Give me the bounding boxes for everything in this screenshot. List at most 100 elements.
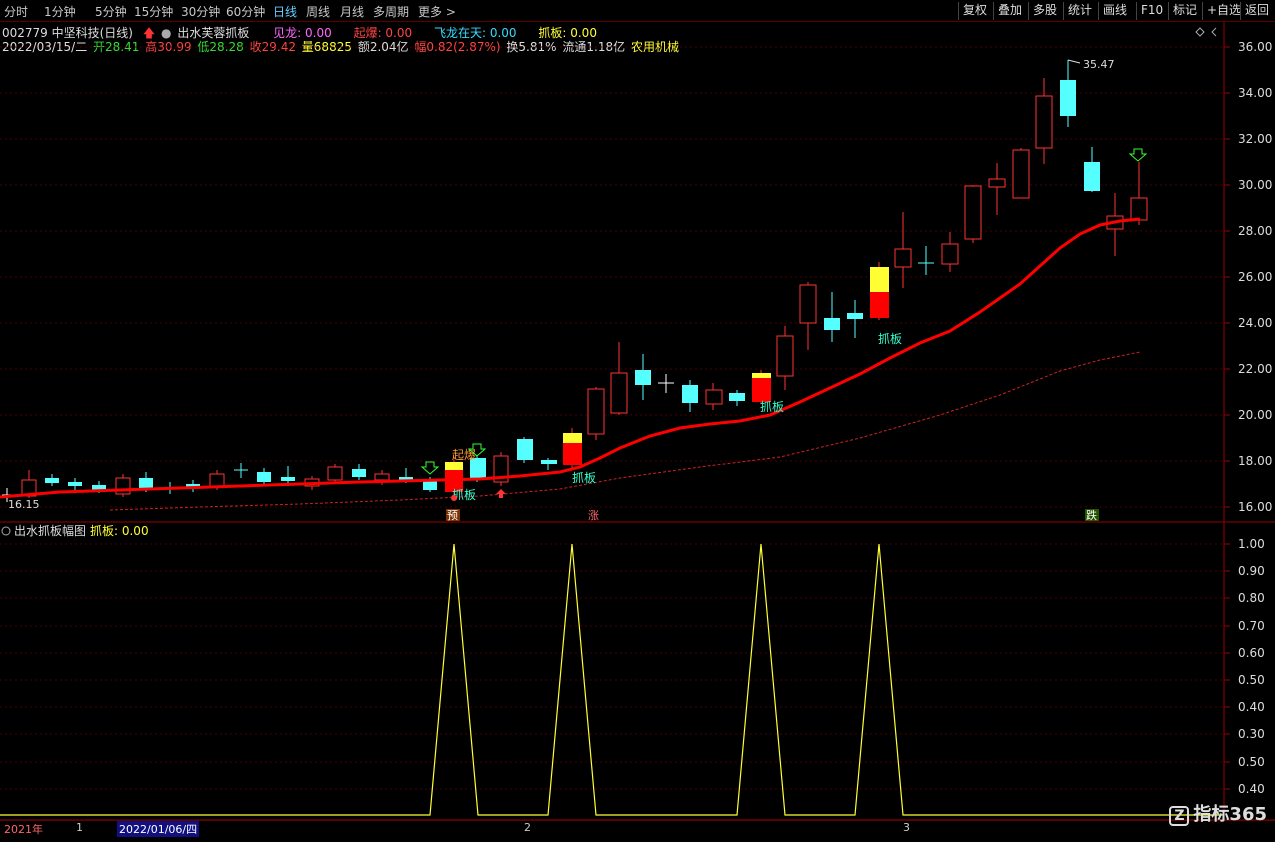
dot-icon: [451, 495, 457, 501]
candle: [68, 478, 82, 490]
candle: [658, 374, 674, 393]
time-axis-month-3: 3: [903, 821, 910, 834]
sub-y-axis: 1.00 0.90 0.80 0.70 0.60 0.50 0.40 0.30 …: [1224, 537, 1265, 796]
logo-icon: Z: [1169, 806, 1190, 826]
candle: [517, 437, 533, 463]
candle: [541, 458, 557, 470]
chevron-left-icon[interactable]: [1211, 27, 1217, 37]
mark-button[interactable]: 标记: [1168, 2, 1201, 20]
sub-y-tick: 0.50: [1238, 755, 1265, 769]
adjust-button[interactable]: 复权: [958, 2, 991, 20]
sub-y-tick: 0.80: [1238, 591, 1265, 605]
candle: [1012, 148, 1030, 199]
candle: [1060, 60, 1076, 127]
sub-chart-title: 出水抓板幅图: [14, 523, 86, 538]
annotation-zhuaban-3: 抓板: [760, 400, 784, 414]
time-axis-selected-date: 2022/01/06/四: [117, 821, 200, 837]
period-tab-5min[interactable]: 5分钟: [95, 3, 127, 20]
marker-zhang: 涨: [588, 509, 599, 522]
candle: [234, 463, 248, 478]
candle-zhuaban: [563, 428, 582, 468]
y-tick-18: 18.00: [1238, 454, 1272, 468]
period-tab-daily[interactable]: 日线: [273, 3, 297, 20]
candle: [988, 163, 1006, 215]
y-tick-24: 24.00: [1238, 316, 1272, 330]
candle: [847, 300, 863, 338]
y-tick-28: 28.00: [1238, 224, 1272, 238]
candle: [824, 292, 840, 342]
draw-button[interactable]: 画线: [1098, 2, 1131, 20]
candle: [493, 452, 509, 486]
candle: [352, 464, 366, 480]
low-price-label: 16.15: [8, 498, 40, 511]
candle: [918, 246, 934, 275]
overlay-button[interactable]: 叠加: [993, 2, 1026, 20]
f10-button[interactable]: F10: [1136, 2, 1167, 20]
time-axis-month-1: 1: [76, 821, 83, 834]
sub-y-tick: 0.30: [1238, 727, 1265, 741]
y-tick-26: 26.00: [1238, 270, 1272, 284]
candle: [941, 232, 959, 272]
sub-y-tick: 0.40: [1238, 700, 1265, 714]
candlesticks: [2, 60, 1148, 502]
candle: [1035, 78, 1053, 164]
time-axis-year: 2021年: [4, 823, 43, 836]
stats-button[interactable]: 统计: [1063, 2, 1096, 20]
candle: [587, 387, 605, 440]
candle: [682, 380, 698, 412]
period-tab-more[interactable]: 更多 >: [418, 3, 456, 20]
add-watchlist-button[interactable]: +自选: [1202, 2, 1245, 20]
diamond-icon[interactable]: [1195, 27, 1205, 37]
settings-circle-icon: [1, 526, 11, 536]
y-tick-20: 20.00: [1238, 408, 1272, 422]
candle-zhuaban: [752, 370, 771, 404]
sub-y-tick: 0.70: [1238, 619, 1265, 633]
annotation-zhuaban-2: 抓板: [572, 471, 596, 485]
time-axis-month-2: 2: [524, 821, 531, 834]
candle: [635, 354, 651, 400]
candle: [729, 390, 745, 406]
candle: [776, 326, 794, 390]
y-tick-32: 32.00: [1238, 132, 1272, 146]
period-tab-multi[interactable]: 多周期: [373, 3, 409, 20]
period-tab-15min[interactable]: 15分钟: [134, 3, 173, 20]
down-arrow-icon: [1128, 148, 1148, 162]
candle-zhuaban: [870, 262, 889, 320]
price-extreme-labels: 35.47 16.15: [8, 58, 1115, 511]
y-tick-30: 30.00: [1238, 178, 1272, 192]
period-tab-60min[interactable]: 60分钟: [226, 3, 265, 20]
annotation-zhuaban-4: 抓板: [878, 332, 902, 346]
candle: [799, 282, 817, 350]
annotation-qibao: 起爆: [452, 448, 476, 462]
period-tab-30min[interactable]: 30分钟: [181, 3, 220, 20]
down-arrow-icon: [420, 461, 440, 475]
sub-chart-value: 抓板: 0.00: [90, 524, 149, 538]
candle: [327, 464, 343, 482]
high-price-label: 35.47: [1083, 58, 1115, 71]
bottom-markers: 预 涨 跌: [446, 508, 1099, 522]
main-y-axis: 36.00 34.00 32.00 30.00 28.00 26.00 24.0…: [1224, 40, 1272, 514]
sub-y-tick: 0.90: [1238, 564, 1265, 578]
candle: [1130, 162, 1148, 225]
sub-title: 出水抓板幅图 抓板: 0.00: [1, 523, 149, 538]
sub-y-tick: 0.40: [1238, 782, 1265, 796]
period-tab-1min[interactable]: 1分钟: [44, 3, 76, 20]
marker-yu: 预: [447, 509, 458, 522]
period-tab-monthly[interactable]: 月线: [340, 3, 364, 20]
candle: [610, 342, 628, 415]
period-tab-weekly[interactable]: 周线: [306, 3, 330, 20]
watermark-logo: Z 指标365: [1169, 800, 1267, 826]
y-tick-22: 22.00: [1238, 362, 1272, 376]
candle: [45, 474, 59, 486]
candle: [705, 383, 723, 410]
kline-chart[interactable]: 36.00 34.00 32.00 30.00 28.00 26.00 24.0…: [0, 22, 1275, 820]
sub-y-tick: 0.60: [1238, 646, 1265, 660]
sub-y-tick: 0.50: [1238, 673, 1265, 687]
candle: [964, 185, 982, 243]
back-button[interactable]: 返回: [1240, 2, 1273, 20]
sub-y-tick: 1.00: [1238, 537, 1265, 551]
multi-stock-button[interactable]: 多股: [1028, 2, 1061, 20]
period-tab-timeshare[interactable]: 分时: [4, 3, 28, 20]
y-tick-36: 36.00: [1238, 40, 1272, 54]
time-axis: 2021年 1 2022/01/06/四 2 3: [0, 820, 1275, 842]
